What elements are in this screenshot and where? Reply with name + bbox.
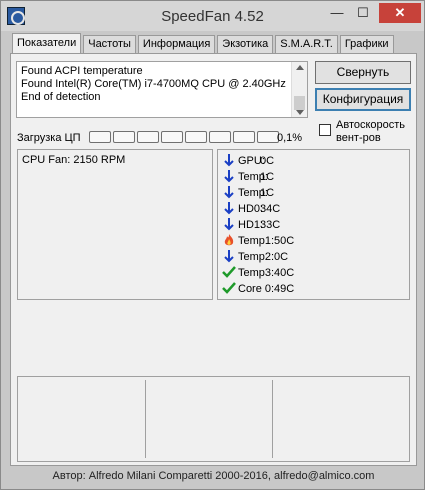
temperature-value: 0C [260, 155, 275, 167]
temperatures-panel: GPU: 0C Temp: 1C Temp: 1C HD0: 34C HD1: 33C Temp1:… [217, 149, 410, 300]
arrow-down-icon [222, 201, 236, 215]
status-bar: Автор: Alfredo Milani Comparetti 2000-20… [52, 470, 375, 482]
tab-exotics[interactable]: Экзотика [217, 35, 274, 54]
tab-charts[interactable]: Графики [339, 35, 394, 54]
tab-clock[interactable]: Частоты [83, 35, 136, 54]
flame-icon [222, 233, 236, 247]
arrow-down-icon [222, 153, 236, 167]
cpu-meter-segment [185, 131, 207, 143]
title-bar[interactable]: SpeedFan 4.52 — ☐ ✕ [1, 1, 424, 31]
temperature-value: 0C [274, 251, 289, 263]
temperature-label: Core 0: [238, 283, 275, 295]
cpu-usage-meter [89, 131, 281, 143]
arrow-down-icon [222, 217, 236, 231]
temperature-label: Temp2: [238, 251, 275, 263]
autospeed-checkbox[interactable] [319, 124, 331, 136]
log-line: End of detection [21, 91, 101, 103]
voltages-panel [17, 376, 410, 462]
temperature-value: 40C [274, 267, 295, 279]
log-scrollbar[interactable] [291, 62, 307, 117]
arrow-down-icon [222, 185, 236, 199]
temperature-value: 49C [274, 283, 295, 295]
cpu-meter-segment [137, 131, 159, 143]
tab-info[interactable]: Информация [137, 35, 216, 54]
close-window-button[interactable]: ✕ [379, 3, 421, 23]
tab-bar: Показатели Частоты Информация Экзотика S… [12, 33, 396, 54]
temperature-value: 1C [260, 171, 275, 183]
tab-smart[interactable]: S.M.A.R.T. [275, 35, 338, 54]
autospeed-label: Автоскорость вент-ров [336, 119, 406, 144]
minimize-button[interactable]: Свернуть [315, 61, 411, 84]
cpu-meter-segment [161, 131, 183, 143]
scroll-down-icon[interactable] [296, 110, 304, 115]
cpu-usage-value: 0,1% [277, 132, 303, 144]
cpu-meter-segment [113, 131, 135, 143]
temperature-label: Temp1: [238, 235, 275, 247]
log-line: Found ACPI temperature [21, 65, 143, 77]
checkmark-icon [222, 281, 236, 295]
log-line: Found Intel(R) Core(TM) i7-4700MQ CPU @ … [21, 78, 286, 90]
cpu-meter-segment [233, 131, 255, 143]
configure-button[interactable]: Конфигурация [315, 88, 411, 111]
detection-log[interactable]: Found ACPI temperature Found Intel(R) Co… [16, 61, 308, 118]
maximize-window-button[interactable]: ☐ [351, 3, 375, 23]
cpu-meter-segment [257, 131, 279, 143]
checkmark-icon [222, 265, 236, 279]
speedfan-window: SpeedFan 4.52 — ☐ ✕ Показатели Частоты И… [0, 0, 425, 490]
temperature-value: 1C [260, 187, 275, 199]
cpu-meter-segment [89, 131, 111, 143]
arrow-down-icon [222, 249, 236, 263]
fans-panel: CPU Fan: 2150 RPM [17, 149, 213, 300]
cpu-usage-label: Загрузка ЦП [17, 132, 81, 144]
panel-divider [272, 380, 273, 458]
minimize-window-button[interactable]: — [325, 3, 349, 23]
cpu-meter-segment [209, 131, 231, 143]
arrow-down-icon [222, 169, 236, 183]
temperature-label: Temp3: [238, 267, 275, 279]
temperature-value: 34C [260, 203, 281, 215]
scroll-thumb[interactable] [294, 96, 305, 110]
temperature-value: 33C [260, 219, 281, 231]
fan-reading: CPU Fan: 2150 RPM [22, 154, 126, 166]
scroll-up-icon[interactable] [296, 65, 304, 70]
temperature-value: 50C [274, 235, 295, 247]
panel-divider [145, 380, 146, 458]
tab-readings[interactable]: Показатели [12, 33, 82, 54]
